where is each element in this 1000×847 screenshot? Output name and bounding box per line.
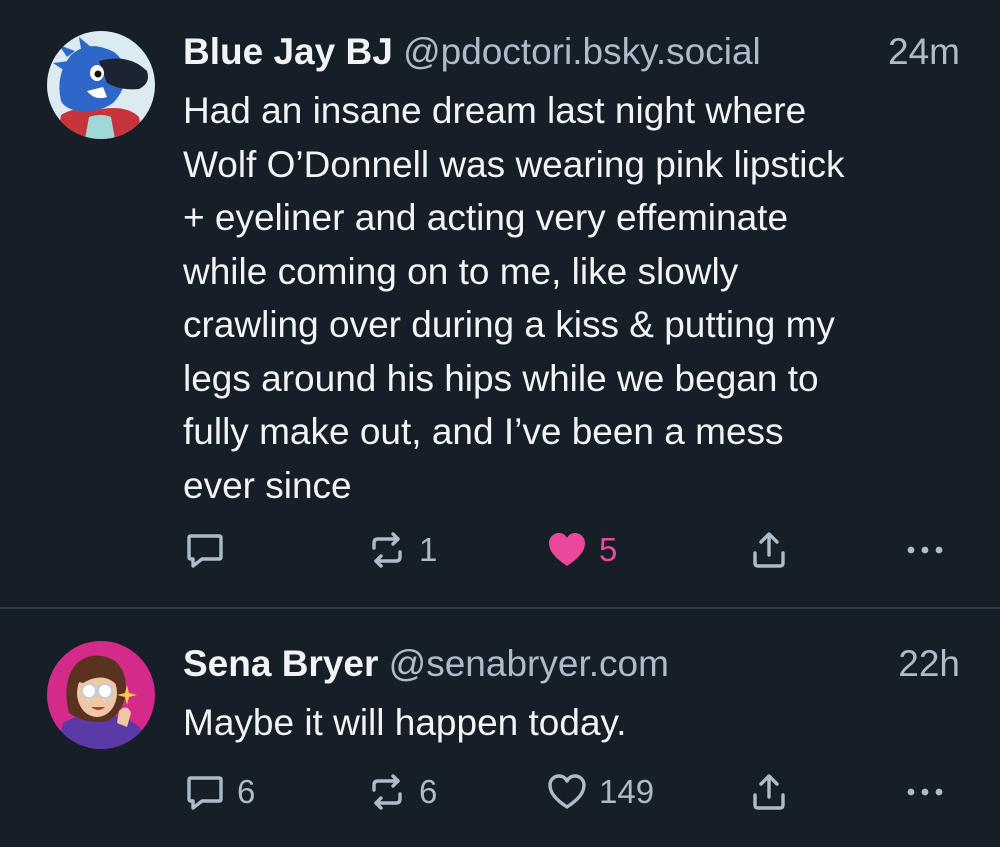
avatar[interactable] (47, 641, 155, 749)
author-handle[interactable]: @pdoctori.bsky.social (403, 31, 761, 72)
post-text-line: ever since (183, 464, 352, 506)
share-button[interactable] (747, 770, 791, 814)
share-icon (747, 770, 791, 814)
post[interactable]: Sena Bryer @senabryer.com 22h Maybe it w… (0, 608, 1000, 847)
post-actions: 6 6 149 (183, 770, 963, 814)
post-text-line: while coming on to me, like slowly (183, 250, 739, 292)
author-display-name[interactable]: Sena Bryer (183, 643, 378, 684)
post-text-line: Maybe it will happen today. (183, 702, 627, 743)
repost-button[interactable]: 1 (365, 528, 437, 572)
heart-icon (545, 528, 589, 572)
like-count: 149 (599, 773, 655, 810)
more-options-button[interactable] (903, 528, 947, 572)
reply-button[interactable]: 6 (183, 770, 255, 814)
heart-icon (545, 770, 589, 814)
reply-button[interactable] (183, 528, 237, 572)
post-header: Sena Bryer @senabryer.com 22h (183, 642, 960, 686)
reply-icon (183, 770, 227, 814)
like-button[interactable]: 149 (545, 770, 654, 814)
post-text-line: + eyeliner and acting very effeminate (183, 197, 789, 238)
post-time[interactable]: 24m (888, 30, 960, 74)
like-button[interactable]: 5 (545, 528, 617, 572)
post-header: Blue Jay BJ @pdoctori.bsky.social 24m (183, 30, 960, 74)
repost-count: 6 (419, 773, 438, 810)
share-icon (747, 528, 791, 572)
post-text-line: Had an insane dream last night where (183, 90, 807, 131)
more-icon (903, 528, 947, 572)
reply-count: 6 (237, 773, 256, 810)
more-icon (903, 770, 947, 814)
reply-icon (183, 528, 227, 572)
repost-button[interactable]: 6 (365, 770, 437, 814)
author-display-name[interactable]: Blue Jay BJ (183, 31, 393, 72)
post-text: Had an insane dream last night where Wol… (183, 84, 973, 512)
more-options-button[interactable] (903, 770, 947, 814)
author-handle[interactable]: @senabryer.com (389, 643, 669, 684)
repost-icon (365, 528, 409, 572)
avatar[interactable] (47, 31, 155, 139)
post-actions: 1 5 (183, 528, 963, 572)
post-text-line: legs around his hips while we began to (183, 357, 819, 399)
post-text: Maybe it will happen today. (183, 696, 973, 750)
like-count: 5 (599, 531, 618, 568)
post-time[interactable]: 22h (898, 642, 960, 686)
repost-icon (365, 770, 409, 814)
share-button[interactable] (747, 528, 791, 572)
repost-count: 1 (419, 531, 438, 568)
post-text-line: Wolf O’Donnell was wearing pink lipstick (183, 143, 845, 185)
post-text-line: crawling over during a kiss & putting my (183, 304, 835, 345)
post[interactable]: Blue Jay BJ @pdoctori.bsky.social 24m Ha… (0, 0, 1000, 608)
post-text-line: fully make out, and I’ve been a mess (183, 411, 784, 452)
